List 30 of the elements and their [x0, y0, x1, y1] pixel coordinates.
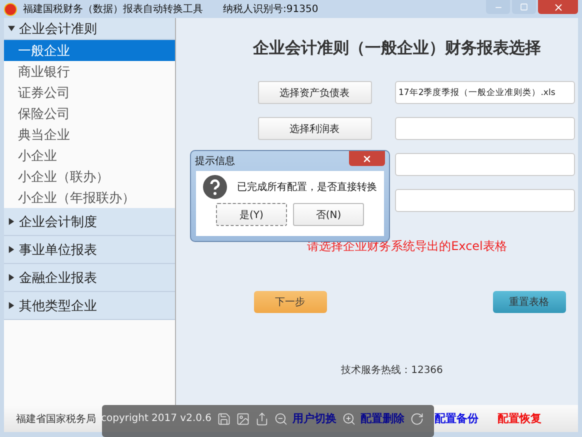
dialog-button[interactable]: 否(N)	[293, 203, 364, 226]
select-file-button[interactable]: 选择利润表	[258, 117, 372, 140]
dialog-message: 已完成所有配置，是否直接转换	[237, 180, 377, 194]
file-path-field[interactable]: 17年2季度季报（一般企业准则类）.xls	[394, 81, 574, 104]
window-title: 福建国税财务（数据）报表自动转换工具	[23, 2, 203, 16]
sidebar-item[interactable]: 小企业	[4, 145, 175, 166]
category-header[interactable]: 金融企业报表	[4, 264, 175, 292]
select-file-button[interactable]: 选择资产负债表	[258, 81, 372, 104]
sidebar-item[interactable]: 小企业（联办）	[4, 166, 175, 187]
footer-org: 福建省国家税务局	[16, 412, 96, 426]
footer-link[interactable]: 配置备份	[434, 411, 479, 426]
category-header[interactable]: 企业会计准则	[4, 18, 175, 40]
hotline-text: 技术服务热线：12366	[341, 364, 443, 377]
next-button[interactable]: 下一步	[254, 291, 326, 313]
category-header[interactable]: 其他类型企业	[4, 292, 175, 320]
sidebar-item[interactable]: 商业银行	[4, 61, 175, 82]
footer-copyright: copyright 2017 v2.0.6	[101, 413, 212, 424]
category-header[interactable]: 企业会计制度	[4, 208, 175, 236]
category-header[interactable]: 事业单位报表	[4, 236, 175, 264]
sidebar-item[interactable]: 保险公司	[4, 103, 175, 124]
dialog-button[interactable]: 是(Y)	[216, 203, 287, 226]
dialog-title: 提示信息	[195, 154, 235, 168]
sidebar-item[interactable]: 证券公司	[4, 82, 175, 103]
sidebar-item[interactable]: 一般企业	[4, 40, 175, 61]
reset-button[interactable]: 重置表格	[492, 291, 566, 313]
page-heading: 企业会计准则（一般企业）财务报表选择	[253, 38, 541, 59]
sidebar-item[interactable]: 小企业（年报联办）	[4, 187, 175, 208]
footer-link[interactable]: 配置恢复	[498, 411, 542, 426]
sidebar-item[interactable]: 典当企业	[4, 124, 175, 145]
taxpayer-id: 纳税人识别号:91350	[223, 2, 318, 16]
